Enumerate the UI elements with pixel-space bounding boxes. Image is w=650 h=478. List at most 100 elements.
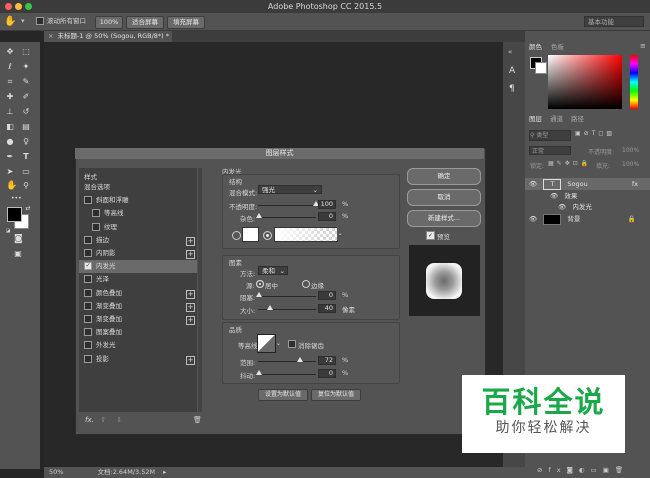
status-menu-icon[interactable]: ▸ bbox=[157, 468, 166, 476]
fit-screen-button[interactable]: 适合屏幕 bbox=[126, 16, 164, 29]
source-center-radio[interactable] bbox=[256, 280, 264, 288]
add-effect-icon[interactable]: + bbox=[186, 250, 195, 259]
add-effect-icon[interactable]: + bbox=[186, 302, 195, 312]
layers-bottom-toolbar[interactable]: ⊘fx◙◐▭▣🗑 bbox=[537, 466, 629, 474]
checkbox-box[interactable] bbox=[288, 340, 296, 348]
style-item[interactable]: 混合选项 bbox=[79, 181, 197, 194]
blur-tool-icon[interactable]: ● bbox=[6, 138, 14, 146]
crop-tool-icon[interactable]: ⌗ bbox=[6, 78, 14, 86]
default-colors-icon[interactable]: ◪ bbox=[4, 227, 12, 235]
style-item[interactable]: 等高线 bbox=[79, 207, 197, 220]
style-item-checkbox[interactable] bbox=[84, 288, 92, 297]
style-item-checkbox[interactable] bbox=[84, 235, 92, 244]
range-slider-track[interactable] bbox=[258, 361, 316, 362]
artboard-tool-icon[interactable]: ⬚ bbox=[22, 48, 30, 56]
eye-icon[interactable]: 👁 bbox=[525, 215, 537, 223]
healing-brush-tool-icon[interactable]: ✚ bbox=[6, 93, 14, 101]
style-item[interactable]: 描边 + bbox=[79, 234, 197, 247]
pen-tool-icon[interactable]: ✒ bbox=[6, 153, 14, 161]
opacity-slider-track[interactable] bbox=[258, 205, 316, 206]
move-up-icon[interactable]: ⇧ bbox=[100, 416, 106, 424]
panel-menu-icon[interactable]: ≡ bbox=[640, 42, 646, 50]
gradient-tool-icon[interactable]: ▤ bbox=[22, 123, 30, 131]
style-item-checkbox[interactable] bbox=[84, 301, 92, 310]
minimize-window-button[interactable] bbox=[15, 3, 22, 10]
more-tools-icon[interactable]: ••• bbox=[11, 195, 22, 203]
type-tool-icon[interactable]: T bbox=[22, 153, 30, 161]
swap-colors-icon[interactable]: ⇄ bbox=[24, 205, 32, 213]
tab-channels[interactable]: 通道 bbox=[550, 114, 563, 124]
zoom-level[interactable]: 50% bbox=[44, 468, 63, 476]
opacity-field[interactable]: 100 bbox=[318, 200, 336, 209]
styles-header[interactable]: 样式 bbox=[84, 171, 97, 181]
cancel-button[interactable]: 取消 bbox=[407, 189, 481, 206]
eye-icon[interactable]: 👁 bbox=[525, 192, 558, 200]
source-edge-radio[interactable] bbox=[302, 280, 310, 288]
dodge-tool-icon[interactable]: ♀ bbox=[22, 138, 30, 146]
glow-color-swatch[interactable] bbox=[242, 227, 259, 242]
layer-row-effects[interactable]: 👁 效果 bbox=[525, 191, 650, 201]
fx-menu-button[interactable]: fx. bbox=[85, 416, 94, 424]
zoom-100-button[interactable]: 100% bbox=[95, 16, 123, 29]
add-effect-icon[interactable]: + bbox=[186, 289, 195, 299]
style-item-checkbox[interactable]: ✓ bbox=[84, 262, 92, 271]
noise-field[interactable]: 0 bbox=[318, 212, 336, 221]
jitter-slider-thumb[interactable] bbox=[256, 370, 262, 375]
style-item[interactable]: 投影 + bbox=[79, 353, 197, 366]
paragraph-panel-icon[interactable]: ¶ bbox=[509, 84, 515, 94]
layer-row-inner-glow[interactable]: 👁 内发光 bbox=[525, 202, 650, 212]
choke-slider-thumb[interactable] bbox=[256, 292, 262, 297]
tool-preset-dropdown-icon[interactable]: ▾ bbox=[21, 14, 26, 28]
foreground-color-swatch[interactable] bbox=[7, 207, 22, 222]
hand-tool-icon-2[interactable]: ✋ bbox=[6, 182, 17, 191]
delete-effect-icon[interactable]: 🗑 bbox=[193, 416, 202, 424]
layer-filter-icons[interactable]: ▣⊘T◻▧ bbox=[575, 130, 615, 137]
preview-checkbox[interactable]: ✓ bbox=[426, 231, 435, 240]
style-item[interactable]: 纹理 bbox=[79, 221, 197, 234]
range-slider-thumb[interactable] bbox=[297, 357, 303, 362]
bg-color-chip[interactable] bbox=[535, 62, 547, 74]
style-item[interactable]: 外发光 bbox=[79, 339, 197, 352]
checkbox-box[interactable] bbox=[36, 17, 44, 25]
hand-tool-icon[interactable]: ✋ bbox=[4, 15, 18, 28]
choke-field[interactable]: 0 bbox=[318, 291, 336, 300]
add-effect-icon[interactable]: + bbox=[186, 316, 195, 325]
jitter-field[interactable]: 0 bbox=[318, 369, 336, 378]
layer-filter-select[interactable]: ⚲ 类型 bbox=[529, 130, 571, 141]
style-item-checkbox[interactable] bbox=[84, 275, 92, 284]
tab-layers[interactable]: 图层 bbox=[529, 114, 542, 124]
blend-mode-select[interactable]: 正常 bbox=[529, 146, 571, 155]
style-item-checkbox[interactable] bbox=[84, 315, 92, 323]
zoom-window-button[interactable] bbox=[25, 3, 32, 10]
jitter-slider-track[interactable] bbox=[258, 374, 316, 375]
layer-opacity-value[interactable]: 100% bbox=[622, 147, 639, 154]
hue-slider[interactable] bbox=[630, 55, 638, 109]
gradient-dropdown-icon[interactable]: ⌄ bbox=[337, 227, 343, 240]
move-down-icon[interactable]: ⇩ bbox=[116, 416, 122, 424]
fill-screen-button[interactable]: 填充屏幕 bbox=[167, 16, 205, 29]
character-panel-icon[interactable]: A bbox=[509, 66, 515, 76]
lock-icons[interactable]: ▦✎✥⊡🔒 bbox=[548, 160, 591, 167]
workspace-select[interactable]: 基本功能 bbox=[584, 16, 644, 27]
style-item[interactable]: ✓ 内发光 bbox=[79, 260, 197, 274]
style-item-checkbox[interactable] bbox=[84, 328, 92, 337]
layer-name[interactable]: 背景 bbox=[563, 215, 580, 223]
eraser-tool-icon[interactable]: ◧ bbox=[6, 123, 14, 131]
gradient-radio[interactable] bbox=[263, 231, 272, 240]
tab-color[interactable]: 颜色 bbox=[529, 42, 542, 52]
style-item-checkbox[interactable] bbox=[84, 249, 92, 257]
zoom-tool-icon[interactable]: ⚲ bbox=[22, 182, 30, 190]
layer-row-background[interactable]: 👁 背景 🔒 bbox=[525, 213, 650, 225]
path-selection-tool-icon[interactable]: ➤ bbox=[6, 168, 14, 176]
color-picker-field[interactable] bbox=[548, 55, 622, 109]
style-item-checkbox[interactable] bbox=[84, 354, 92, 363]
style-item-checkbox[interactable] bbox=[92, 209, 100, 218]
style-item[interactable]: 渐变叠加 + bbox=[79, 313, 197, 326]
blend-mode-dropdown[interactable]: 强光 ⌄ bbox=[258, 185, 322, 194]
color-radio[interactable] bbox=[232, 231, 241, 240]
rectangle-tool-icon[interactable]: ▭ bbox=[22, 168, 30, 176]
fill-value[interactable]: 100% bbox=[622, 161, 639, 168]
brush-tool-icon[interactable]: ✐ bbox=[22, 93, 30, 101]
history-brush-tool-icon[interactable]: ↺ bbox=[22, 108, 30, 116]
contour-picker[interactable] bbox=[257, 334, 276, 353]
